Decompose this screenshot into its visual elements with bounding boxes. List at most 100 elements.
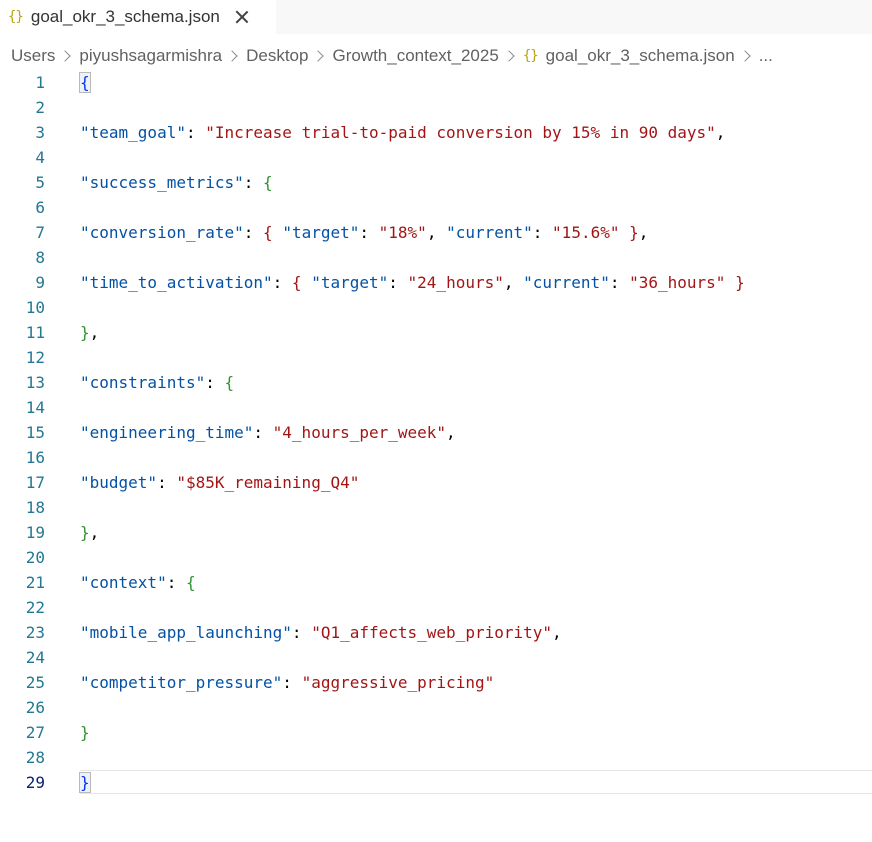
code-line[interactable]: "mobile_app_launching": "Q1_affects_web_… bbox=[80, 620, 562, 645]
line-number: 9 bbox=[35, 273, 45, 292]
json-key: "team_goal" bbox=[80, 123, 186, 142]
json-bracket: } bbox=[80, 523, 90, 542]
code-line[interactable]: } bbox=[79, 770, 91, 795]
line-number: 11 bbox=[25, 323, 45, 342]
code-line[interactable]: "budget": "$85K_remaining_Q4" bbox=[80, 470, 359, 495]
code-line[interactable]: { bbox=[79, 70, 91, 95]
line-number: 26 bbox=[25, 698, 45, 717]
json-key: "target" bbox=[311, 273, 389, 292]
json-punctuation: , bbox=[552, 623, 562, 642]
json-bracket: } bbox=[80, 723, 90, 742]
line-number: 22 bbox=[25, 598, 45, 617]
json-string: "15.6%" bbox=[552, 223, 620, 242]
json-bracket: } bbox=[79, 772, 91, 793]
breadcrumb-item-users[interactable]: Users bbox=[11, 46, 55, 66]
json-string: } bbox=[735, 273, 745, 292]
json-key: "context" bbox=[80, 573, 167, 592]
json-punctuation: : bbox=[185, 123, 206, 142]
json-punctuation: : bbox=[253, 423, 273, 442]
breadcrumb-item-file[interactable]: goal_okr_3_schema.json bbox=[546, 46, 735, 66]
json-bracket: } bbox=[80, 323, 90, 342]
json-bracket: { bbox=[224, 373, 235, 392]
json-key: "constraints" bbox=[80, 373, 206, 392]
line-number: 17 bbox=[25, 473, 45, 492]
tab-label: goal_okr_3_schema.json bbox=[30, 7, 220, 26]
line-number: 29 bbox=[25, 773, 45, 792]
code-line[interactable]: } bbox=[80, 720, 90, 745]
breadcrumb-item-symbols[interactable]: ... bbox=[759, 46, 773, 66]
json-punctuation: : bbox=[205, 373, 225, 392]
json-punctuation: : bbox=[532, 223, 553, 242]
code-line[interactable]: "competitor_pressure": "aggressive_prici… bbox=[80, 670, 494, 695]
breadcrumb-item-growth-context[interactable]: Growth_context_2025 bbox=[332, 46, 498, 66]
json-bracket: { bbox=[263, 173, 273, 192]
line-number: 21 bbox=[25, 573, 45, 592]
line-number: 16 bbox=[25, 448, 45, 467]
json-string: { bbox=[291, 273, 302, 292]
json-punctuation: : bbox=[282, 673, 302, 692]
line-number: 12 bbox=[25, 348, 45, 367]
code-line[interactable]: "constraints": { bbox=[80, 370, 234, 395]
json-braces-icon: {} bbox=[522, 48, 539, 64]
json-key: "current" bbox=[446, 223, 533, 242]
line-number: 24 bbox=[25, 648, 45, 667]
line-number: 5 bbox=[35, 173, 45, 192]
json-key: "mobile_app_launching" bbox=[80, 623, 292, 642]
line-number: 3 bbox=[35, 123, 45, 142]
json-bracket: { bbox=[79, 72, 91, 93]
json-punctuation bbox=[302, 273, 312, 292]
code-line[interactable]: "engineering_time": "4_hours_per_week", bbox=[80, 420, 456, 445]
json-string: "$85K_remaining_Q4" bbox=[176, 473, 360, 492]
json-punctuation: : bbox=[243, 223, 264, 242]
code-line[interactable]: "success_metrics": { bbox=[80, 170, 273, 195]
chevron-right-icon bbox=[226, 50, 238, 62]
chevron-right-icon bbox=[312, 50, 325, 62]
json-braces-icon: {} bbox=[8, 9, 24, 25]
json-string: "aggressive_pricing" bbox=[301, 673, 495, 692]
json-punctuation bbox=[725, 273, 735, 292]
json-string: "Q1_affects_web_priority" bbox=[311, 623, 553, 642]
chevron-right-icon bbox=[503, 50, 515, 62]
tab-goal-okr-schema[interactable]: {} goal_okr_3_schema.json bbox=[0, 0, 276, 34]
tab-bar: {} goal_okr_3_schema.json bbox=[0, 0, 872, 34]
line-number: 19 bbox=[25, 523, 45, 542]
close-icon[interactable] bbox=[234, 9, 250, 25]
json-punctuation: , bbox=[446, 423, 456, 442]
line-number: 23 bbox=[25, 623, 45, 642]
line-number: 1 bbox=[35, 73, 45, 92]
json-punctuation bbox=[619, 223, 629, 242]
json-key: "target" bbox=[282, 223, 360, 242]
json-punctuation: : bbox=[388, 273, 408, 292]
line-number: 14 bbox=[25, 398, 45, 417]
json-punctuation: , bbox=[715, 123, 726, 142]
code-line[interactable]: "conversion_rate": { "target": "18%", "c… bbox=[80, 220, 648, 245]
json-punctuation: : bbox=[609, 273, 630, 292]
line-number: 7 bbox=[35, 223, 45, 242]
code-line[interactable]: "team_goal": "Increase trial-to-paid con… bbox=[80, 120, 725, 145]
json-string: "24_hours" bbox=[407, 273, 504, 292]
code-line[interactable]: "time_to_activation": { "target": "24_ho… bbox=[80, 270, 745, 295]
json-punctuation: : bbox=[157, 473, 177, 492]
json-punctuation: : bbox=[272, 273, 292, 292]
breadcrumb-item-desktop[interactable]: Desktop bbox=[246, 46, 308, 66]
json-string: "18%" bbox=[378, 223, 427, 242]
json-punctuation: : bbox=[166, 573, 186, 592]
json-punctuation: , bbox=[638, 223, 649, 242]
json-punctuation: : bbox=[243, 173, 264, 192]
json-punctuation: : bbox=[359, 223, 379, 242]
line-number: 18 bbox=[25, 498, 45, 517]
json-key: "competitor_pressure" bbox=[80, 673, 283, 692]
json-key: "time_to_activation" bbox=[80, 273, 273, 292]
line-number: 27 bbox=[25, 723, 45, 742]
json-punctuation: , bbox=[89, 523, 100, 542]
line-number: 2 bbox=[35, 98, 45, 117]
current-line-highlight bbox=[80, 770, 872, 794]
line-number: 25 bbox=[25, 673, 45, 692]
code-line[interactable]: "context": { bbox=[80, 570, 196, 595]
line-number: 20 bbox=[25, 548, 45, 567]
breadcrumb-item-user-folder[interactable]: piyushsagarmishra bbox=[79, 46, 222, 66]
json-punctuation bbox=[273, 223, 283, 242]
code-line[interactable]: }, bbox=[80, 320, 99, 345]
json-string: } bbox=[629, 223, 639, 242]
code-line[interactable]: }, bbox=[80, 520, 99, 545]
